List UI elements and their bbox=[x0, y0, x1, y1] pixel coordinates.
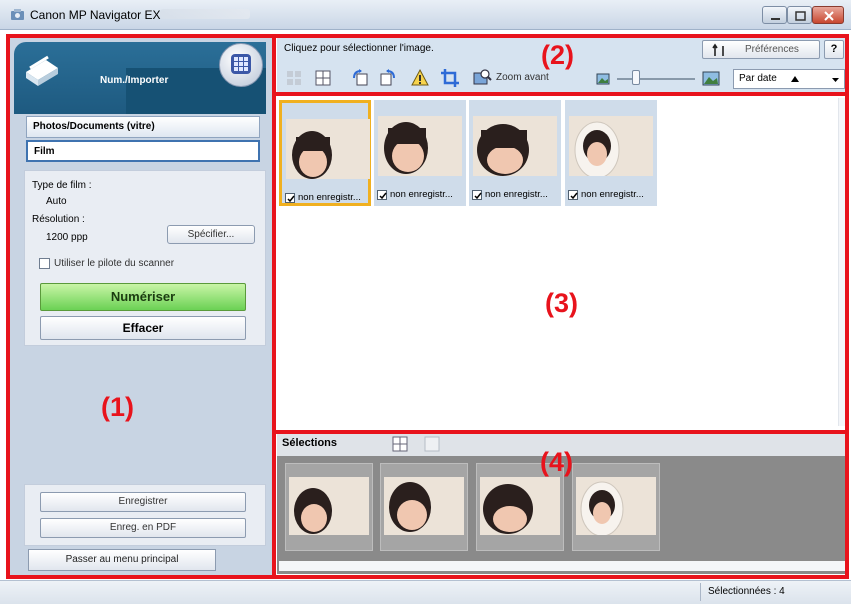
title-bar: Canon MP Navigator EX bbox=[0, 0, 851, 30]
annotation-2: (2) bbox=[541, 40, 574, 70]
image-area-annotation-frame bbox=[272, 92, 849, 434]
annotation-4: (4) bbox=[540, 447, 573, 477]
annotation-3: (3) bbox=[545, 288, 578, 318]
title-document-name bbox=[160, 9, 250, 19]
annotation-1: (1) bbox=[101, 392, 134, 422]
minimize-icon bbox=[771, 18, 780, 20]
minimize-button[interactable] bbox=[762, 6, 787, 24]
close-button[interactable] bbox=[812, 6, 844, 24]
maximize-icon bbox=[795, 11, 806, 21]
maximize-button[interactable] bbox=[787, 6, 812, 24]
window-title: Canon MP Navigator EX bbox=[30, 8, 161, 22]
status-separator bbox=[700, 583, 701, 601]
selected-count-status: Sélectionnées : 4 bbox=[708, 586, 785, 597]
close-icon bbox=[824, 11, 834, 21]
left-panel-annotation-frame bbox=[6, 34, 276, 579]
app-icon bbox=[11, 9, 24, 20]
